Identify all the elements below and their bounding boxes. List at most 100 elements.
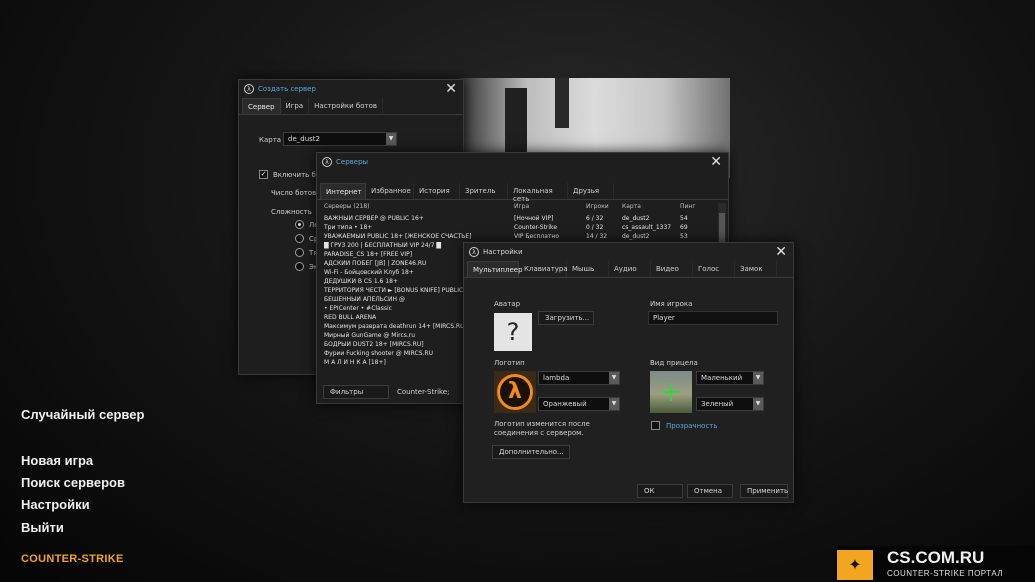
map-select-value: de_dust2 — [288, 135, 320, 143]
menu-new-game[interactable]: Новая игра — [21, 453, 93, 468]
background-tree-branch — [555, 78, 569, 128]
tab-multiplayer[interactable]: Мультиплеер — [467, 261, 523, 277]
tab-video[interactable]: Видео — [651, 261, 693, 277]
chevron-down-icon[interactable]: ▼ — [386, 133, 396, 145]
watermark-subtitle: COUNTER-STRIKE ПОРТАЛ — [887, 569, 1004, 578]
crosshair-preview — [650, 371, 692, 413]
spray-preview: λ — [494, 371, 536, 413]
difficulty-radio-easy[interactable] — [295, 220, 304, 229]
table-cell: de_dust2 — [622, 215, 650, 222]
column-players[interactable]: Игроки — [586, 203, 609, 210]
tab-server[interactable]: Сервер — [242, 98, 281, 114]
tab-spectate[interactable]: Зритель — [460, 183, 508, 199]
tab-history[interactable]: История — [414, 183, 460, 199]
transparency-label[interactable]: Прозрачность — [666, 422, 718, 430]
table-cell: VIP Бесплатно — [514, 233, 560, 240]
watermark-site: CS.COM.RU — [887, 548, 985, 567]
difficulty-radio-expert[interactable] — [295, 262, 304, 271]
column-servers[interactable]: Серверы (218) — [324, 203, 370, 210]
table-cell: de_dust2 — [622, 233, 650, 240]
column-ping[interactable]: Пинг — [680, 203, 696, 210]
table-cell: 53 — [680, 233, 688, 240]
crosshair-color-select[interactable]: Зеленый ▼ — [696, 397, 764, 411]
chevron-down-icon[interactable]: ▼ — [753, 398, 763, 410]
advanced-button[interactable]: Дополнительно... — [492, 445, 570, 459]
crosshair-color-value: Зеленый — [701, 400, 734, 408]
crosshair-label: Вид прицела — [650, 359, 698, 367]
steam-icon: λ — [244, 84, 254, 94]
steam-icon: λ — [322, 157, 332, 167]
settings-window: λ Настройки ✕ Мультиплеер Клавиатура Мыш… — [463, 242, 794, 503]
close-icon[interactable]: ✕ — [710, 155, 722, 169]
column-game[interactable]: Игра — [514, 203, 529, 210]
menu-random-server[interactable]: Случайный сервер — [21, 407, 144, 422]
table-row[interactable]: ВАЖНЫЙ СЕРВЕР @ PUBLIC 16+ [Ночной VIP] 6 … — [320, 215, 716, 224]
lambda-icon: λ — [497, 374, 533, 410]
table-cell: Три типа • 18+ — [324, 224, 373, 231]
servers-title: Серверы — [336, 158, 369, 166]
map-select[interactable]: de_dust2 ▼ — [283, 132, 397, 146]
load-avatar-button[interactable]: Загрузить... — [538, 311, 594, 325]
tab-voice[interactable]: Голос — [693, 261, 735, 277]
tab-divider — [239, 114, 463, 115]
tab-lock[interactable]: Замок — [735, 261, 777, 277]
table-cell: 0 / 32 — [586, 224, 604, 231]
tab-audio[interactable]: Аудио — [609, 261, 651, 277]
settings-titlebar[interactable]: λ Настройки — [464, 243, 793, 261]
tab-bot-settings[interactable]: Настройки ботов — [309, 98, 384, 114]
server-list-header: Серверы (218) Игра Игроки Карта Пинг — [320, 203, 716, 213]
logo-select[interactable]: lambda ▼ — [538, 371, 620, 385]
tab-keyboard[interactable]: Клавиатура — [519, 261, 568, 277]
chevron-down-icon[interactable]: ▼ — [753, 372, 763, 384]
bot-count-label: Число ботов — [271, 189, 317, 197]
tab-friends[interactable]: Друзья — [568, 183, 614, 199]
difficulty-radio-hard[interactable] — [295, 248, 304, 257]
logo-color-select[interactable]: Оранжевый ▼ — [538, 397, 620, 411]
logo-color-value: Оранжевый — [543, 400, 587, 408]
menu-quit[interactable]: Выйти — [21, 520, 64, 535]
menu-options[interactable]: Настройки — [21, 497, 90, 512]
servers-titlebar[interactable]: λ Серверы — [317, 153, 728, 171]
difficulty-radio-normal[interactable] — [295, 234, 304, 243]
transparency-checkbox[interactable] — [651, 421, 660, 430]
logo-select-value: lambda — [543, 374, 570, 382]
apply-button[interactable]: Применить — [740, 484, 788, 498]
settings-title: Настройки — [483, 248, 523, 256]
cancel-button[interactable]: Отмена — [687, 484, 733, 498]
table-row[interactable]: УВАЖАЕМЫЙ PUBLIC 18+ [ЖЕНСКОЕ СЧАСТЬЕ] VI… — [320, 233, 716, 242]
create-server-titlebar[interactable]: λ Создать сервер — [239, 80, 463, 98]
table-cell: 14 / 32 — [586, 233, 608, 240]
logo-note: Логотип изменится после соединения с сер… — [494, 420, 590, 437]
tab-game[interactable]: Игра — [281, 98, 310, 114]
menu-find-servers[interactable]: Поиск серверов — [21, 475, 125, 490]
scrollbar-thumb[interactable] — [719, 213, 725, 243]
table-cell: 6 / 32 — [586, 215, 604, 222]
logo-label: Логотип — [494, 359, 525, 367]
filters-button[interactable]: Фильтры — [323, 385, 389, 399]
chevron-down-icon[interactable]: ▼ — [609, 398, 619, 410]
counter-strike-logo: COUNTER-STRIKE — [21, 553, 124, 565]
tab-mouse[interactable]: Мышь — [567, 261, 609, 277]
column-map[interactable]: Карта — [622, 203, 641, 210]
player-name-label: Имя игрока — [650, 300, 693, 308]
enable-bots-checkbox[interactable]: ✓ — [259, 170, 268, 179]
tab-lan[interactable]: Локальная сеть — [508, 183, 568, 203]
table-cell: 54 — [680, 215, 688, 222]
avatar-label: Аватар — [494, 300, 521, 308]
tab-favorites[interactable]: Избранное — [366, 183, 414, 199]
table-cell: УВАЖАЕМЫЙ PUBLIC 18+ [ЖЕНСКОЕ СЧАСТЬЕ] — [324, 233, 472, 240]
chevron-down-icon[interactable]: ▼ — [609, 372, 619, 384]
player-name-field[interactable]: Player — [648, 311, 778, 325]
steam-icon: λ — [469, 247, 479, 257]
close-icon[interactable]: ✕ — [775, 245, 787, 259]
filter-game-value: Counter-Strike; — [397, 388, 450, 396]
table-cell: cs_assault_1337 — [622, 224, 672, 231]
create-server-tabs: Сервер Игра Настройки ботов — [239, 98, 463, 114]
ok-button[interactable]: ОК — [637, 484, 683, 498]
avatar: ? — [494, 313, 532, 351]
table-row[interactable]: Три типа • 18+ Counter-Strike 0 / 32 cs_ass… — [320, 224, 716, 233]
crosshair-size-select[interactable]: Маленький ▼ — [696, 371, 764, 385]
create-server-title: Создать сервер — [258, 85, 316, 93]
close-icon[interactable]: ✕ — [445, 82, 457, 96]
tab-internet[interactable]: Интернет — [320, 183, 366, 199]
